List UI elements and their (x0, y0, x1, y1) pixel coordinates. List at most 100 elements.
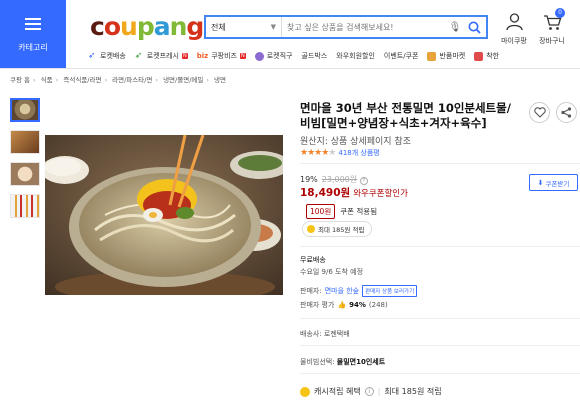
globe-icon (254, 51, 264, 61)
user-icon (505, 13, 523, 31)
option-value: 물밀면10인세트 (336, 358, 386, 366)
divider (300, 246, 580, 247)
search-bar: 전체 ▼ 🎙 (204, 15, 488, 39)
download-icon: ⬇ (537, 178, 544, 187)
nav-item-rocket-delivery[interactable]: ➶ 로켓배송 (88, 51, 126, 61)
nav-label: 로켓직구 (266, 52, 293, 60)
cash-reward-text: 최대 185원 적립 (318, 226, 365, 234)
delivery-value: 로젠택배 (323, 330, 350, 338)
origin-text: 원산지: 상품 상세페이지 참조 (300, 137, 411, 147)
cash-benefit-label: 캐시적립 혜택 (314, 387, 361, 396)
breadcrumb-item[interactable]: 냉면 (214, 76, 226, 84)
rocket-icon: ➶ (88, 50, 96, 61)
wishlist-button[interactable] (529, 102, 550, 123)
divider (300, 373, 580, 374)
search-icon (468, 21, 481, 34)
option-row[interactable]: 물비빔선택: 물밀면10인세트 (300, 357, 385, 367)
seller-name-link[interactable]: 면마을 한숲 (325, 286, 359, 296)
top-nav: ➶ 로켓배송 ➶ 로켓프레시 N biz 쿠팡비즈 N 로켓직구 골드박스 와우회원할인 … (88, 48, 499, 64)
rocket-fresh-icon: ➶ (134, 50, 143, 61)
coupang-logo[interactable]: coupang (90, 12, 204, 41)
thumbnail-4[interactable] (10, 194, 40, 218)
thumbnail-list (10, 98, 42, 226)
new-badge: N (239, 53, 246, 59)
search-input[interactable] (282, 22, 448, 32)
seller-rating-label: 판매자 평가 (300, 301, 335, 309)
option-label: 물비빔선택: (300, 358, 335, 366)
share-icon (561, 107, 572, 118)
header-divider (0, 68, 580, 69)
nav-item-rocket-direct[interactable]: 로켓직구 (254, 51, 293, 61)
divider (300, 318, 580, 319)
thumbnail-1[interactable] (10, 98, 40, 122)
breadcrumb: 쿠팡 홈 › 식품 › 즉석식품/라면 › 라면/파스타/면 › 냉면/쫄면/메밀 › 냉… (10, 76, 226, 84)
thumbnail-2[interactable] (10, 130, 40, 154)
coupon-applied-row: 100원 쿠폰 적용됨 (306, 204, 377, 219)
breadcrumb-item[interactable]: 냉면/쫄면/메밀 (163, 76, 203, 84)
hand-icon (474, 51, 484, 61)
nav-item-event-coupon[interactable]: 이벤트/쿠폰 (384, 51, 419, 61)
biz-prefix: biz (196, 52, 209, 60)
thumbnail-3[interactable] (10, 162, 40, 186)
new-badge: N (181, 53, 188, 59)
nav-item-goldbox[interactable]: 골드박스 (301, 51, 327, 61)
share-button[interactable] (556, 102, 577, 123)
discount-rate: 19% (300, 175, 318, 184)
coupon-download-button[interactable]: ⬇ 쿠폰받기 (529, 174, 578, 191)
search-category-value: 전체 (211, 22, 226, 32)
nav-item-coupang-biz[interactable]: biz 쿠팡비즈 N (197, 51, 246, 61)
cash-reward-badge: 최대 185원 적립 (302, 221, 373, 237)
shipping-arrival: 수요일 9/6 도착 예정 (300, 268, 364, 276)
shipping-title: 무료배송 (300, 256, 326, 264)
breadcrumb-item[interactable]: 쿠팡 홈 (10, 76, 30, 84)
seller-rating-value: 94% (349, 301, 366, 309)
nav-label: 쿠팡비즈 (211, 52, 237, 60)
category-menu-button[interactable]: 카테고리 (0, 0, 66, 68)
nav-item-return-market[interactable]: 반품마켓 (427, 51, 465, 61)
chevron-down-icon: ▼ (270, 23, 276, 31)
hamburger-icon (25, 18, 41, 30)
nav-item-good[interactable]: 착한 (474, 51, 499, 61)
cart-button[interactable]: 0 장바구니 (532, 8, 572, 46)
heart-icon (533, 107, 546, 118)
cash-benefit-detail: 최대 185원 적립 (384, 387, 442, 396)
breadcrumb-item[interactable]: 즉석식품/라면 (63, 76, 101, 84)
cart-count-badge: 0 (555, 8, 565, 18)
divider (300, 163, 580, 164)
delivery-company-row: 배송사: 로젠택배 (300, 329, 350, 339)
search-category-select[interactable]: 전체 ▼ (206, 17, 282, 37)
info-icon[interactable]: ? (359, 177, 368, 185)
breadcrumb-item[interactable]: 라면/파스타/면 (112, 76, 152, 84)
product-title: 면마을 30년 부산 전통밀면 10인분세트물/비빔[밀면+양념장+식초+겨자+… (300, 101, 511, 130)
nav-label: 로켓배송 (100, 52, 126, 60)
star-rating: ★★★★★ (300, 148, 336, 158)
thumbs-up-icon: 👍 (337, 301, 347, 309)
discount-row: 19% 23,000원 ? (300, 174, 368, 185)
coupon-amount-tag: 100원 (306, 204, 336, 219)
market-icon (427, 51, 437, 61)
coupon-applied-text: 쿠폰 적용됨 (340, 207, 378, 216)
coupon-button-label: 쿠폰받기 (545, 179, 570, 188)
price-label: 와우쿠폰할인가 (353, 189, 408, 199)
my-coupang-label: 마이쿠팡 (501, 37, 527, 45)
nav-label: 골드박스 (301, 52, 328, 60)
product-main-image[interactable] (45, 135, 283, 295)
seller-products-button[interactable]: 판매자 상품 보러가기 (362, 285, 418, 297)
my-coupang-button[interactable]: 마이쿠팡 (494, 12, 534, 46)
sale-price-row: 18,490원 와우쿠폰할인가 (300, 185, 408, 200)
nav-item-rocket-fresh[interactable]: ➶ 로켓프레시 N (135, 51, 188, 61)
search-button[interactable] (462, 17, 486, 37)
rating-row[interactable]: ★★★★★ 418개 상품평 (300, 148, 380, 158)
sale-price: 18,490원 (300, 187, 351, 199)
nav-label: 이벤트/쿠폰 (383, 52, 419, 60)
info-icon[interactable]: i (364, 387, 374, 396)
microphone-icon[interactable]: 🎙 (448, 22, 462, 33)
cash-coin-icon (307, 225, 315, 233)
seller-row: 판매자: 면마을 한숲 판매자 상품 보러가기 (300, 285, 418, 297)
nav-label: 반품마켓 (439, 52, 466, 60)
breadcrumb-item[interactable]: 식품 (41, 76, 53, 84)
review-count[interactable]: 418개 상품평 (338, 148, 379, 158)
category-label: 카테고리 (18, 43, 48, 52)
nav-item-wow-discount[interactable]: 와우회원할인 (336, 51, 375, 61)
seller-rating-count: (248) (368, 301, 388, 309)
